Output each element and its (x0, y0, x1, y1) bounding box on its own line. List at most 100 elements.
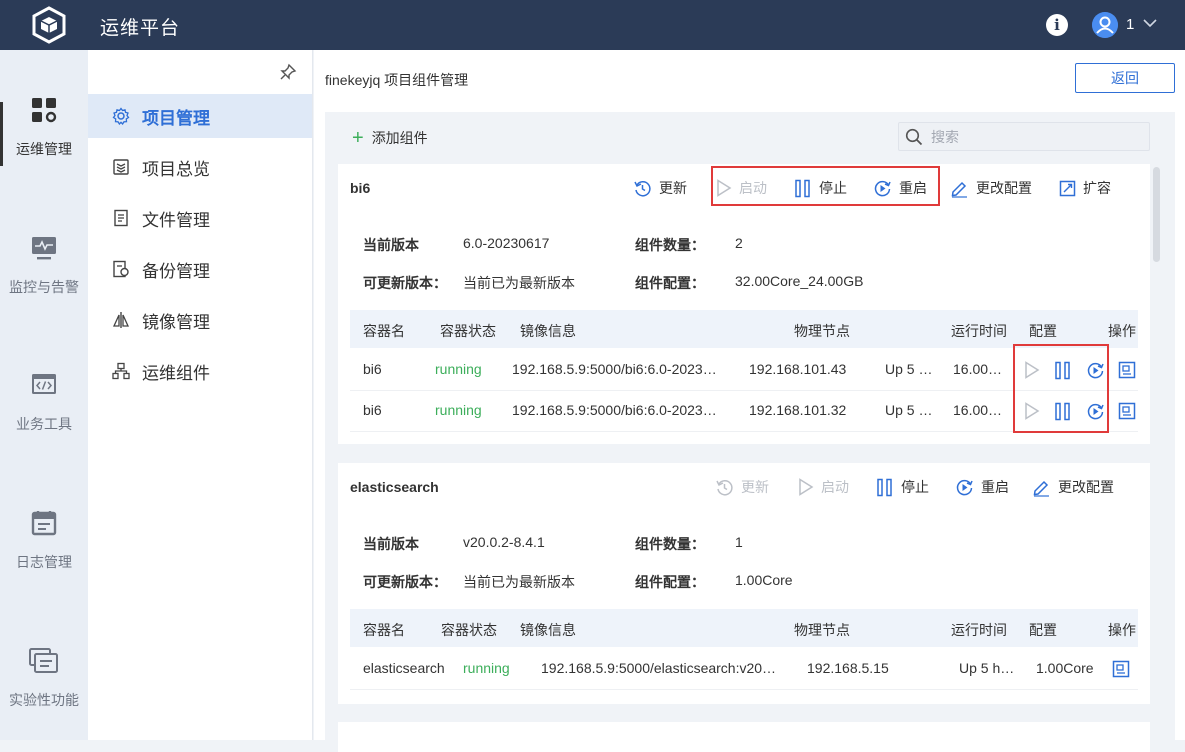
nav-business-tools[interactable]: 业务工具 (0, 372, 88, 434)
scale-button[interactable]: 扩容 (1059, 178, 1111, 198)
add-component-button[interactable]: + 添加组件 (352, 128, 428, 148)
subnav-item-project-overview[interactable]: 项目总览 (88, 145, 312, 189)
nav-label: 运维管理 (16, 141, 72, 157)
nav-log-management[interactable]: 日志管理 (0, 510, 88, 572)
col-config: 配置 (1029, 323, 1057, 339)
nav-experimental[interactable]: 实验性功能 (0, 648, 88, 710)
cell-uptime: Up 5 … (885, 361, 933, 377)
col-uptime: 运行时间 (951, 323, 1007, 339)
subnav-label: 备份管理 (142, 261, 210, 281)
cell-image: 192.168.5.9:5000/elasticsearch:v20… (541, 660, 777, 676)
cell-uptime: Up 5 h… (959, 660, 1015, 676)
monitor-pulse-icon (32, 237, 56, 260)
mirror-icon (112, 312, 130, 328)
chevron-down-icon[interactable] (1142, 15, 1158, 31)
updatable-version-value: 当前已为最新版本 (463, 574, 575, 590)
user-avatar-icon[interactable] (1092, 12, 1118, 38)
subnav-label: 运维组件 (142, 363, 210, 383)
component-card-next (338, 722, 1150, 752)
nav-label: 业务工具 (16, 416, 72, 432)
row-terminal-icon[interactable] (1118, 402, 1136, 420)
stack-icon (113, 159, 129, 175)
top-bar: 运维平台 i 1 (0, 0, 1185, 50)
cube-logo-icon (32, 6, 66, 44)
update-icon (716, 479, 733, 495)
search-input[interactable] (931, 128, 1131, 145)
change-config-button[interactable]: 更改配置 (1032, 477, 1114, 497)
cell-image: 192.168.5.9:5000/bi6:6.0-2023… (512, 361, 717, 377)
row-terminal-icon[interactable] (1118, 361, 1136, 379)
nav-monitoring[interactable]: 监控与告警 (0, 235, 88, 297)
update-icon (634, 180, 651, 196)
col-node: 物理节点 (794, 323, 850, 339)
scale-label: 扩容 (1083, 180, 1111, 196)
play-icon (799, 478, 814, 496)
col-image: 镜像信息 (520, 323, 576, 339)
subnav-item-backup-management[interactable]: 备份管理 (88, 247, 312, 291)
restart-button[interactable]: 重启 (955, 477, 1009, 497)
nav-ops-management[interactable]: 运维管理 (0, 97, 88, 159)
updatable-version-value: 当前已为最新版本 (463, 275, 575, 291)
primary-nav: 运维管理 监控与告警 业务工具 日志管理 实验性功能 (0, 50, 88, 740)
subnav-label: 镜像管理 (142, 312, 210, 332)
cell-image: 192.168.5.9:5000/bi6:6.0-2023… (512, 402, 717, 418)
component-config-label: 组件配置： (635, 275, 705, 291)
component-card-elasticsearch: elasticsearch 更新 启动 停止 重启 更改配置 当前版本 v20.… (338, 463, 1150, 704)
cell-status: running (435, 402, 482, 418)
file-icon (114, 209, 128, 227)
calendar-log-icon (31, 511, 57, 536)
start-button[interactable]: 启动 (798, 477, 849, 497)
network-icon (112, 362, 130, 380)
current-version-label: 当前版本 (363, 536, 419, 552)
change-config-label: 更改配置 (1058, 479, 1114, 495)
pin-icon[interactable] (279, 63, 297, 81)
search-box[interactable] (898, 122, 1150, 151)
start-label: 启动 (821, 479, 849, 495)
table-header: 容器名 容器状态 镜像信息 物理节点 运行时间 配置 操作 (350, 310, 1138, 348)
col-name: 容器名 (363, 323, 405, 339)
scrollbar[interactable] (1153, 167, 1160, 262)
table-header: 容器名 容器状态 镜像信息 物理节点 运行时间 配置 操作 (350, 609, 1138, 647)
cell-status: running (435, 361, 482, 377)
user-name[interactable]: 1 (1126, 16, 1134, 33)
subnav-label: 文件管理 (142, 210, 210, 230)
subnav-item-ops-components[interactable]: 运维组件 (88, 349, 312, 393)
cell-uptime: Up 5 … (885, 402, 933, 418)
highlight-box (711, 166, 940, 206)
highlight-box (1013, 344, 1109, 433)
expand-icon (1059, 180, 1076, 196)
cell-name: elasticsearch (363, 660, 445, 676)
gear-icon (112, 107, 130, 125)
row-terminal-icon[interactable] (1112, 660, 1130, 678)
plus-icon: + (352, 127, 364, 149)
edit-icon (1033, 480, 1049, 497)
breadcrumb: finekeyjq 项目组件管理 (325, 72, 469, 88)
col-ops: 操作 (1108, 622, 1136, 638)
col-config: 配置 (1029, 622, 1057, 638)
update-button[interactable]: 更新 (633, 178, 687, 198)
subnav-label: 项目管理 (142, 108, 210, 128)
table-row: elasticsearch running 192.168.5.9:5000/e… (350, 649, 1138, 690)
subnav-item-image-management[interactable]: 镜像管理 (88, 298, 312, 342)
col-node: 物理节点 (794, 622, 850, 638)
component-config-value: 32.00Core_24.00GB (735, 273, 864, 289)
backup-icon (113, 260, 129, 278)
col-status: 容器状态 (441, 622, 497, 638)
current-version-label: 当前版本 (363, 237, 419, 253)
cell-name: bi6 (363, 402, 382, 418)
change-config-label: 更改配置 (976, 180, 1032, 196)
info-icon[interactable]: i (1046, 14, 1068, 36)
stop-button[interactable]: 停止 (876, 477, 929, 497)
cell-config: 16.00… (953, 402, 1003, 418)
component-count-value: 2 (735, 235, 743, 251)
back-button[interactable]: 返回 (1075, 63, 1175, 93)
col-uptime: 运行时间 (951, 622, 1007, 638)
component-config-label: 组件配置： (635, 574, 705, 590)
col-image: 镜像信息 (520, 622, 576, 638)
layers-window-icon (29, 648, 58, 673)
subnav-item-file-management[interactable]: 文件管理 (88, 196, 312, 240)
subnav-item-project-management[interactable]: 项目管理 (88, 94, 312, 138)
update-button[interactable]: 更新 (715, 477, 769, 497)
change-config-button[interactable]: 更改配置 (950, 178, 1032, 198)
cell-node: 192.168.5.15 (807, 660, 889, 676)
